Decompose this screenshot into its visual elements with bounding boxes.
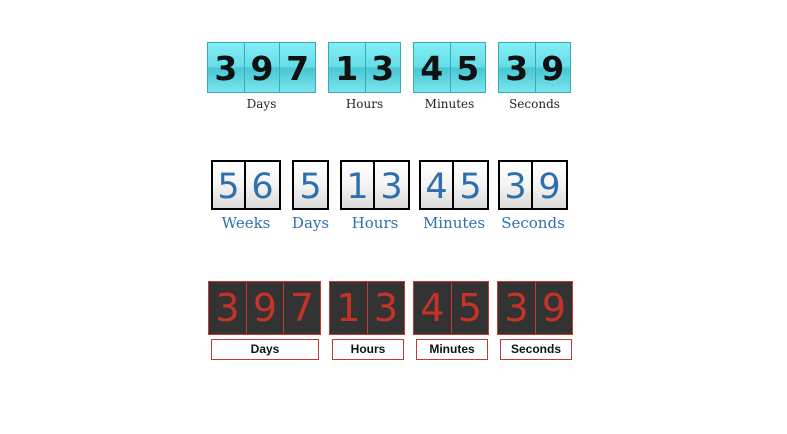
countdown-cyan-hours: 1 3 Hours <box>328 42 401 111</box>
countdown-dark-hours: 1 3 Hours <box>329 281 405 360</box>
unit-label-seconds: Seconds <box>509 97 560 111</box>
digit: 3 <box>498 282 535 334</box>
countdown-outlined-hours: 1 3 Hours <box>340 160 410 232</box>
digit-group: 1 3 <box>328 42 401 93</box>
digit-group: 3 9 7 <box>208 281 321 335</box>
digit: 9 <box>533 160 568 210</box>
digit: 3 <box>499 43 535 92</box>
unit-label-hours: Hours <box>351 214 399 232</box>
digit-group: 1 3 <box>340 160 410 210</box>
unit-label-minutes: Minutes <box>416 339 488 360</box>
countdown-outlined-weeks: 5 6 Weeks <box>211 160 281 232</box>
digit-group: 3 9 7 <box>207 42 316 93</box>
unit-label-hours: Hours <box>345 97 384 111</box>
digit: 5 <box>454 160 489 210</box>
digit: 5 <box>449 43 485 92</box>
digit: 6 <box>246 160 281 210</box>
digit: 1 <box>340 160 375 210</box>
countdown-dark-seconds: 3 9 Seconds <box>497 281 573 360</box>
countdown-cyan-seconds: 3 9 Seconds <box>498 42 571 111</box>
digit: 3 <box>498 160 533 210</box>
digit-group: 1 3 <box>329 281 405 335</box>
countdown-outlined-days: 5 Days <box>292 160 329 232</box>
countdown-cyan-minutes: 4 5 Minutes <box>413 42 486 111</box>
unit-label-days: Days <box>291 214 330 232</box>
unit-label-minutes: Minutes <box>422 214 486 232</box>
digit: 4 <box>414 282 451 334</box>
unit-label-weeks: Weeks <box>221 214 271 232</box>
unit-label-hours: Hours <box>332 339 404 360</box>
unit-label-minutes: Minutes <box>424 97 475 111</box>
unit-label-seconds: Seconds <box>500 339 572 360</box>
digit: 7 <box>283 282 320 334</box>
digit-group: 3 9 <box>497 281 573 335</box>
digit: 1 <box>330 282 367 334</box>
digit: 9 <box>535 282 572 334</box>
digit: 3 <box>364 43 400 92</box>
unit-label-days: Days <box>211 339 319 360</box>
countdown-dark-minutes: 4 5 Minutes <box>413 281 489 360</box>
countdown-cyan-days: 3 9 7 Days <box>207 42 316 111</box>
digit-group: 5 6 <box>211 160 281 210</box>
unit-label-days: Days <box>246 97 277 111</box>
digit: 9 <box>243 43 280 92</box>
countdown-demo-page: 3 9 7 Days 1 3 Hours 4 5 Minutes 3 9 Sec… <box>0 0 787 434</box>
digit: 5 <box>451 282 488 334</box>
digit: 9 <box>534 43 570 92</box>
digit: 3 <box>367 282 404 334</box>
digit: 9 <box>246 282 283 334</box>
digit-group: 4 5 <box>413 42 486 93</box>
digit: 7 <box>279 43 315 92</box>
digit: 5 <box>292 160 329 210</box>
digit: 4 <box>419 160 454 210</box>
countdown-outlined-minutes: 4 5 Minutes <box>419 160 489 232</box>
digit: 3 <box>208 43 244 92</box>
countdown-dark-days: 3 9 7 Days <box>208 281 321 360</box>
digit: 4 <box>414 43 450 92</box>
digit: 5 <box>211 160 246 210</box>
countdown-outlined-seconds: 3 9 Seconds <box>498 160 568 232</box>
digit: 3 <box>375 160 410 210</box>
digit-group: 4 5 <box>413 281 489 335</box>
digit-group: 3 9 <box>498 42 571 93</box>
digit-group: 5 <box>292 160 329 210</box>
digit: 3 <box>209 282 246 334</box>
digit-group: 3 9 <box>498 160 568 210</box>
unit-label-seconds: Seconds <box>501 214 565 232</box>
digit-group: 4 5 <box>419 160 489 210</box>
digit: 1 <box>329 43 365 92</box>
